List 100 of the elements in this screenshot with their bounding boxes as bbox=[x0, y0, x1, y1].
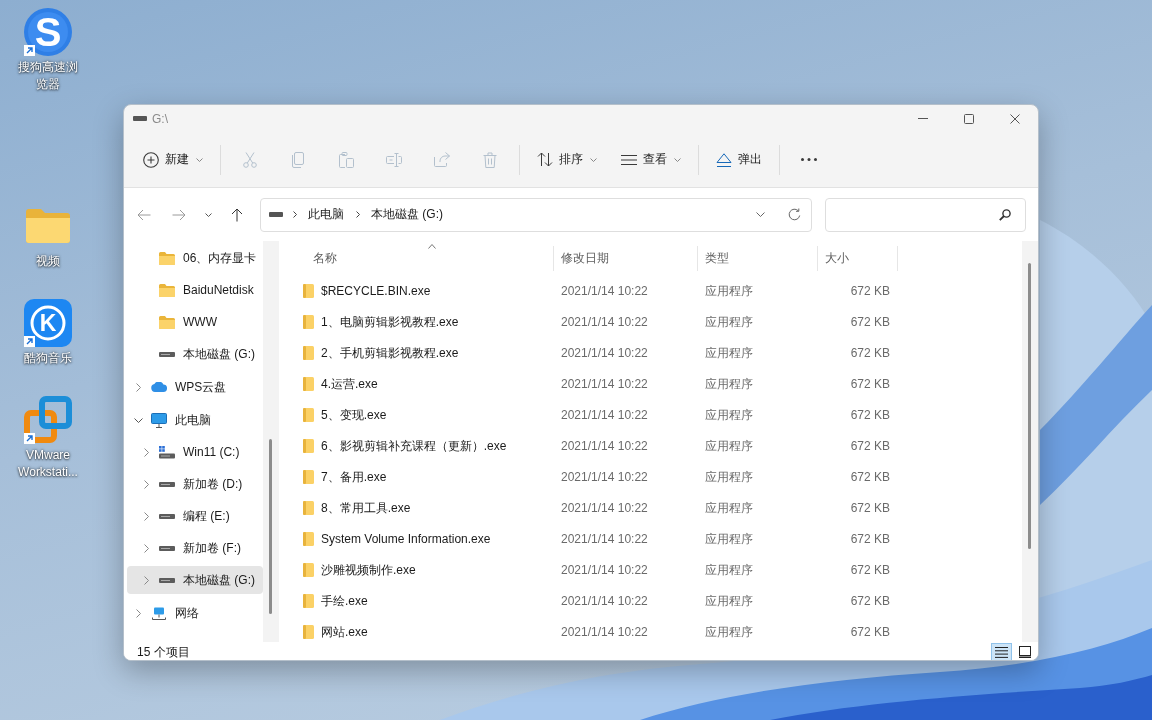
file-size: 672 KB bbox=[849, 437, 891, 454]
sort-arrows-icon bbox=[537, 152, 553, 167]
file-type: 应用程序 bbox=[704, 313, 754, 330]
item-count: 15 个项目 bbox=[137, 643, 190, 660]
file-name[interactable]: $RECYCLE.BIN.exe bbox=[321, 282, 431, 299]
back-arrow-icon bbox=[137, 208, 151, 221]
chevron-right-icon[interactable] bbox=[135, 382, 141, 392]
column-header[interactable]: 大小 bbox=[818, 241, 898, 275]
square-logo-icon[interactable]: K bbox=[24, 299, 72, 347]
scrollbar-track[interactable] bbox=[263, 241, 279, 642]
file-size: 672 KB bbox=[849, 592, 891, 609]
sidebar-item[interactable]: BaiduNetdisk bbox=[127, 276, 263, 304]
file-type: 应用程序 bbox=[704, 344, 754, 361]
modified-date: 2021/1/14 10:22 bbox=[560, 623, 649, 640]
file-name[interactable]: 1、电脑剪辑影视教程.exe bbox=[321, 313, 459, 330]
sidebar-item[interactable]: 06、内存显卡 bbox=[127, 244, 263, 272]
modified-date: 2021/1/14 10:22 bbox=[560, 499, 649, 516]
file-type: 应用程序 bbox=[704, 499, 754, 516]
list-icon bbox=[995, 646, 1008, 658]
column-header[interactable]: 类型 bbox=[698, 241, 818, 275]
file-name[interactable]: 2、手机剪辑影视教程.exe bbox=[321, 344, 459, 361]
file-type: 应用程序 bbox=[704, 623, 754, 640]
sidebar-item[interactable]: WPS云盘 bbox=[127, 373, 263, 401]
drive-icon bbox=[159, 481, 175, 487]
maximize-icon bbox=[964, 113, 974, 124]
file-name[interactable]: 8、常用工具.exe bbox=[321, 499, 411, 516]
chevron-right-icon[interactable] bbox=[143, 511, 149, 521]
details-view-button[interactable] bbox=[991, 642, 1012, 660]
scrollbar-thumb[interactable] bbox=[1028, 263, 1031, 549]
file-name[interactable]: System Volume Information.exe bbox=[321, 530, 491, 547]
network-icon bbox=[151, 606, 167, 620]
chevron-down-icon[interactable] bbox=[133, 417, 143, 423]
chevron-right-icon[interactable] bbox=[143, 447, 149, 457]
chevron-right-icon[interactable] bbox=[143, 575, 149, 585]
modified-date: 2021/1/14 10:22 bbox=[560, 530, 649, 547]
folder-icon bbox=[159, 283, 175, 297]
file-size: 672 KB bbox=[849, 406, 891, 423]
scrollbar-thumb[interactable] bbox=[269, 439, 272, 614]
sidebar-item[interactable]: 本地磁盘 (G:) bbox=[127, 566, 263, 594]
modified-date: 2021/1/14 10:22 bbox=[560, 592, 649, 609]
column-header[interactable]: 修改日期 bbox=[554, 241, 698, 275]
modified-date: 2021/1/14 10:22 bbox=[560, 375, 649, 392]
sidebar-item[interactable]: 新加卷 (F:) bbox=[127, 534, 263, 562]
file-name[interactable]: 沙雕视频制作.exe bbox=[321, 561, 416, 578]
monitor-icon bbox=[151, 412, 167, 428]
system-drive-icon bbox=[159, 445, 175, 459]
eject-icon bbox=[716, 152, 732, 167]
file-size: 672 KB bbox=[849, 375, 891, 392]
file-type: 应用程序 bbox=[704, 282, 754, 299]
sort-button[interactable]: 排序 bbox=[529, 143, 605, 176]
file-type: 应用程序 bbox=[704, 468, 754, 485]
sidebar-item[interactable]: 新加卷 (D:) bbox=[127, 470, 263, 498]
address-bar[interactable]: 此电脑 本地磁盘 (G:) bbox=[260, 197, 812, 232]
chevron-right-icon[interactable] bbox=[143, 479, 149, 489]
file-size: 672 KB bbox=[849, 313, 891, 330]
file-name[interactable]: 4.运营.exe bbox=[321, 375, 378, 392]
folder-icon bbox=[303, 376, 314, 391]
sidebar-item[interactable]: Win11 (C:) bbox=[127, 438, 263, 466]
eject-button[interactable]: 弹出 bbox=[708, 143, 770, 176]
caret-icon bbox=[590, 157, 597, 162]
drive-icon bbox=[159, 513, 175, 519]
modified-date: 2021/1/14 10:22 bbox=[560, 406, 649, 423]
sort-caret-icon bbox=[427, 244, 436, 249]
file-size: 672 KB bbox=[849, 499, 891, 516]
modified-date: 2021/1/14 10:22 bbox=[560, 313, 649, 330]
chevron-right-icon[interactable] bbox=[143, 543, 149, 553]
sidebar-item[interactable]: 编程 (E:) bbox=[127, 502, 263, 530]
file-name[interactable]: 网站.exe bbox=[321, 623, 368, 640]
sidebar-item[interactable]: 网络 bbox=[127, 599, 263, 627]
file-name[interactable]: 手绘.exe bbox=[321, 592, 368, 609]
folder-icon bbox=[159, 251, 175, 265]
modified-date: 2021/1/14 10:22 bbox=[560, 437, 649, 454]
column-header[interactable]: 名称 bbox=[279, 241, 554, 275]
breadcrumb[interactable]: 本地磁盘 (G:) bbox=[369, 206, 445, 223]
overlapping-squares-icon[interactable] bbox=[24, 396, 72, 444]
scrollbar-track[interactable] bbox=[1022, 241, 1038, 642]
sidebar-item[interactable]: 本地磁盘 (G:) bbox=[127, 340, 263, 368]
drive-icon bbox=[159, 545, 175, 551]
folder-icon[interactable] bbox=[26, 209, 70, 243]
file-name[interactable]: 6、影视剪辑补充课程（更新）.exe bbox=[321, 437, 507, 454]
view-button[interactable]: 查看 bbox=[613, 143, 689, 176]
sidebar-item[interactable]: 此电脑 bbox=[127, 406, 263, 434]
search-field[interactable] bbox=[825, 197, 1026, 232]
folder-icon bbox=[303, 314, 314, 329]
folder-icon bbox=[303, 562, 314, 577]
folder-icon bbox=[303, 531, 314, 546]
trash-icon bbox=[483, 151, 497, 168]
breadcrumb[interactable]: 此电脑 bbox=[306, 206, 346, 223]
folder-icon bbox=[303, 624, 314, 639]
sidebar-item[interactable]: WWW bbox=[127, 308, 263, 336]
file-name[interactable]: 5、变现.exe bbox=[321, 406, 387, 423]
file-type: 应用程序 bbox=[704, 437, 754, 454]
window-title: G:\ bbox=[152, 111, 168, 126]
file-size: 672 KB bbox=[849, 623, 891, 640]
chevron-right-icon[interactable] bbox=[135, 608, 141, 618]
folder-icon bbox=[303, 500, 314, 515]
file-name[interactable]: 7、备用.exe bbox=[321, 468, 387, 485]
shortcut-arrow-icon bbox=[24, 433, 35, 444]
drive-icon bbox=[133, 116, 147, 121]
new-button[interactable]: 新建 bbox=[135, 143, 211, 176]
